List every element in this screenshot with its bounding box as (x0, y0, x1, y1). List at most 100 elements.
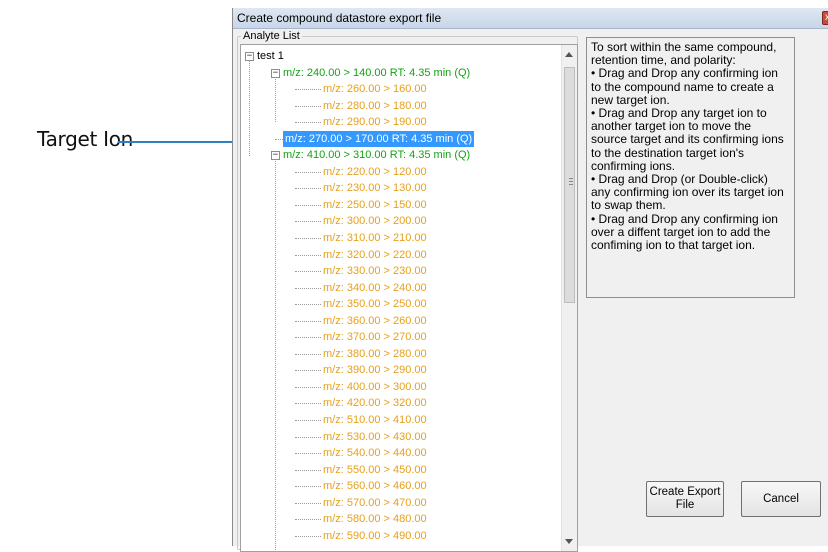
confirming-ion-row[interactable]: m/z: 220.00 > 120.00 (241, 164, 561, 181)
tree-rows: − test 1− m/z: 240.00 > 140.00 RT: 4.35 mi… (241, 48, 561, 551)
ion-label: m/z: 340.00 > 240.00 (323, 281, 427, 294)
tree-connector (295, 238, 321, 240)
ion-label: m/z: 280.00 > 180.00 (323, 99, 427, 112)
ion-label: m/z: 350.00 > 250.00 (323, 298, 427, 311)
confirming-ion-row[interactable]: m/z: 360.00 > 260.00 (241, 313, 561, 330)
grip-line (569, 178, 573, 179)
tree-connector (295, 469, 321, 471)
confirming-ion-row[interactable]: m/z: 400.00 > 300.00 (241, 379, 561, 396)
ion-label: m/z: 220.00 > 120.00 (323, 165, 427, 178)
ion-label: m/z: 540.00 > 440.00 (323, 447, 427, 460)
ion-label: m/z: 510.00 > 410.00 (323, 414, 427, 427)
tree-connector (275, 76, 276, 123)
target-ion-row[interactable]: − m/z: 240.00 > 140.00 RT: 4.35 min (Q) (241, 65, 561, 82)
ion-label: m/z: 260.00 > 160.00 (323, 83, 427, 96)
confirming-ion-row[interactable]: m/z: 340.00 > 240.00 (241, 280, 561, 297)
help-line: • Drag and Drop any confirming ion to th… (591, 66, 778, 107)
target-ion-callout-label: Target Ion (37, 127, 134, 151)
tree-root-label: test 1 (257, 50, 284, 62)
confirming-ion-row[interactable]: m/z: 230.00 > 130.00 (241, 180, 561, 197)
confirming-ion-row[interactable]: m/z: 290.00 > 190.00 (241, 114, 561, 131)
confirming-ion-row[interactable]: m/z: 380.00 > 280.00 (241, 346, 561, 363)
ion-label: m/z: 580.00 > 480.00 (323, 513, 427, 526)
confirming-ion-row[interactable]: m/z: 550.00 > 450.00 (241, 462, 561, 479)
ion-label: m/z: 550.00 > 450.00 (323, 463, 427, 476)
ion-label: m/z: 400.00 > 300.00 (323, 380, 427, 393)
confirming-ion-row[interactable]: m/z: 320.00 > 220.00 (241, 247, 561, 264)
help-line: • Drag and Drop any target ion to anothe… (591, 106, 784, 173)
tree-connector (295, 502, 321, 504)
confirming-ion-row[interactable]: m/z: 530.00 > 430.00 (241, 429, 561, 446)
tree-connector (275, 138, 283, 140)
tree-connector (295, 122, 321, 124)
confirming-ion-row[interactable]: m/z: 310.00 > 210.00 (241, 230, 561, 247)
target-ion-row[interactable]: m/z: 270.00 > 170.00 RT: 4.35 min (Q) (241, 130, 561, 148)
tree-root[interactable]: − test 1 (241, 48, 561, 65)
tree-connector (295, 287, 321, 289)
ion-label: m/z: 530.00 > 430.00 (323, 430, 427, 443)
tree-scrollbar[interactable] (561, 45, 577, 551)
analyte-list-label: Analyte List (241, 30, 302, 42)
confirming-ion-row[interactable]: m/z: 370.00 > 270.00 (241, 329, 561, 346)
tree-connector (295, 535, 321, 537)
cancel-button[interactable]: Cancel (741, 481, 821, 517)
confirming-ion-row[interactable]: m/z: 560.00 > 460.00 (241, 478, 561, 495)
confirming-ion-row[interactable]: m/z: 590.00 > 490.00 (241, 528, 561, 545)
close-icon[interactable]: x (822, 11, 828, 25)
create-export-file-button[interactable]: Create Export File (646, 481, 724, 517)
ion-label: m/z: 320.00 > 220.00 (323, 248, 427, 261)
confirming-ion-row[interactable]: m/z: 300.00 > 200.00 (241, 213, 561, 230)
ion-label: m/z: 380.00 > 280.00 (323, 347, 427, 360)
triangle-up-icon[interactable] (565, 52, 573, 57)
grip-line (569, 181, 573, 182)
tree-connector (295, 89, 321, 91)
confirming-ion-row[interactable]: m/z: 420.00 > 320.00 (241, 395, 561, 412)
tree-connector (295, 304, 321, 306)
tree-connector (295, 337, 321, 339)
tree-connector (249, 60, 250, 157)
triangle-down-icon[interactable] (565, 539, 573, 544)
confirming-ion-row[interactable]: m/z: 260.00 > 160.00 (241, 81, 561, 98)
tree-connector (295, 188, 321, 190)
ion-label: m/z: 270.00 > 170.00 RT: 4.35 min (Q) (283, 130, 475, 147)
confirming-ion-row[interactable]: m/z: 250.00 > 150.00 (241, 197, 561, 214)
ion-label: m/z: 300.00 > 200.00 (323, 215, 427, 228)
tree-connector (295, 519, 321, 521)
create-export-label-line2: File (675, 499, 695, 511)
analyte-tree[interactable]: − test 1− m/z: 240.00 > 140.00 RT: 4.35 mi… (240, 44, 578, 552)
tree-connector (295, 486, 321, 488)
tree-connector (295, 204, 321, 206)
ion-label: m/z: 410.00 > 310.00 RT: 4.35 min (Q) (283, 149, 471, 162)
tree-connector (295, 403, 321, 405)
tree-connector (295, 171, 321, 173)
ion-label: m/z: 370.00 > 270.00 (323, 331, 427, 344)
confirming-ion-row[interactable]: m/z: 350.00 > 250.00 (241, 296, 561, 313)
ion-label: m/z: 360.00 > 260.00 (323, 314, 427, 327)
ion-label: m/z: 240.00 > 140.00 RT: 4.35 min (Q) (283, 66, 471, 79)
tree-connector (275, 159, 276, 551)
tree-connector (295, 386, 321, 388)
tree-connector (295, 453, 321, 455)
target-ion-row[interactable]: − m/z: 410.00 > 310.00 RT: 4.35 min (Q) (241, 147, 561, 164)
grip-line (569, 184, 573, 185)
ion-label: m/z: 420.00 > 320.00 (323, 397, 427, 410)
confirming-ion-row[interactable]: m/z: 580.00 > 480.00 (241, 511, 561, 528)
tree-connector (295, 436, 321, 438)
tree-connector (295, 271, 321, 273)
ion-label: m/z: 560.00 > 460.00 (323, 480, 427, 493)
tree-connector (295, 420, 321, 422)
scroll-thumb[interactable] (564, 67, 575, 303)
confirming-ion-row[interactable]: m/z: 540.00 > 440.00 (241, 445, 561, 462)
tree-connector (295, 105, 321, 107)
confirming-ion-row[interactable]: m/z: 510.00 > 410.00 (241, 412, 561, 429)
target-ion-callout-line (118, 141, 234, 143)
confirming-ion-row[interactable]: m/z: 390.00 > 290.00 (241, 362, 561, 379)
tree-connector (295, 254, 321, 256)
ion-label: m/z: 250.00 > 150.00 (323, 198, 427, 211)
confirming-ion-row[interactable]: m/z: 280.00 > 180.00 (241, 98, 561, 115)
export-dialog: Create compound datastore export file x … (232, 8, 828, 552)
confirming-ion-row[interactable]: m/z: 570.00 > 470.00 (241, 495, 561, 512)
ion-label: m/z: 390.00 > 290.00 (323, 364, 427, 377)
tree-connector (295, 221, 321, 223)
confirming-ion-row[interactable]: m/z: 330.00 > 230.00 (241, 263, 561, 280)
